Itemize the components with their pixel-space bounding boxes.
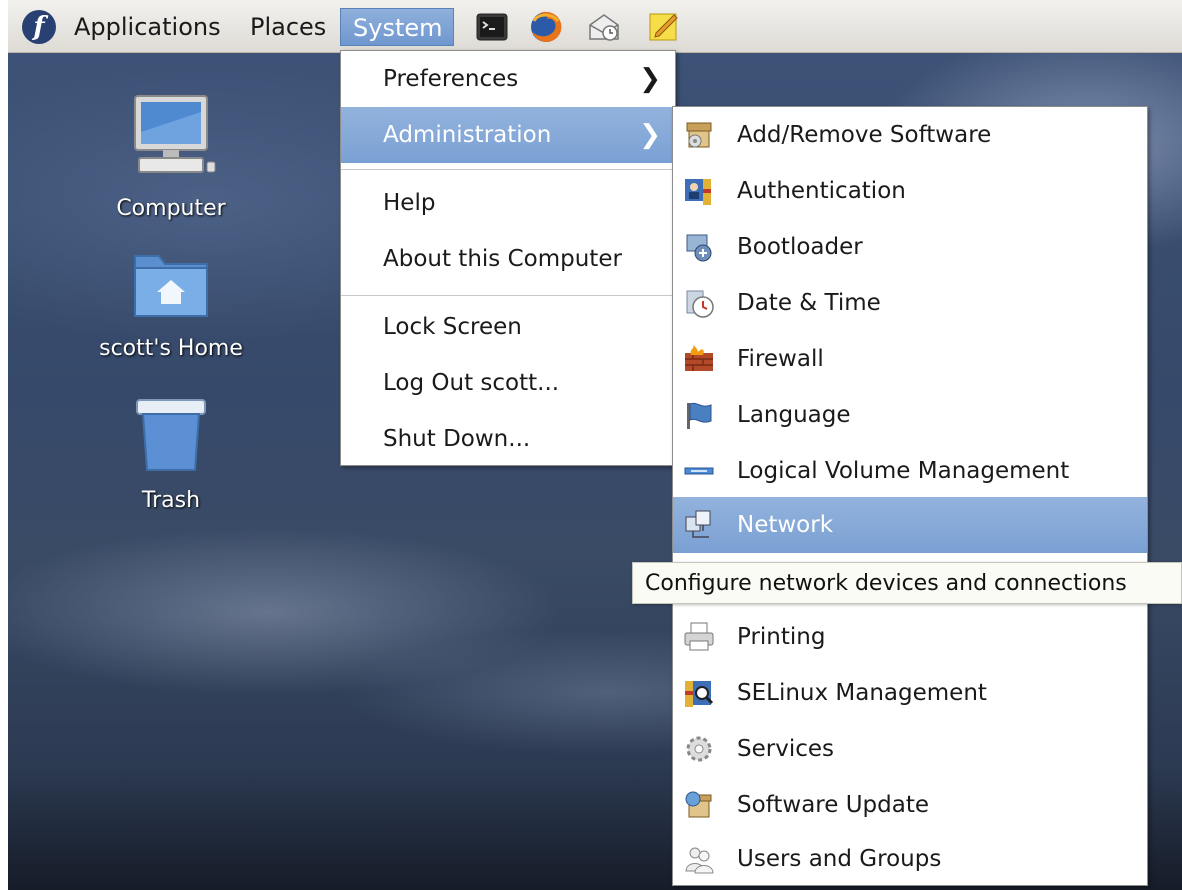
menu-item-label: Lock Screen [383,314,522,340]
menu-item-label: Help [383,190,436,216]
system-menu[interactable]: System [340,8,454,46]
submenu-arrow-icon: ❯ [639,120,661,150]
admin-item-label: SELinux Management [737,680,987,706]
network-icon [685,510,711,538]
admin-item-printing[interactable]: Printing [673,609,1147,665]
menu-item-log-out[interactable]: Log Out scott... [341,355,675,411]
menu-item-shut-down[interactable]: Shut Down... [341,411,675,467]
network-tooltip: Configure network devices and connection… [632,562,1182,604]
notes-icon[interactable] [646,9,682,45]
admin-item-date-time[interactable]: Date & Time [673,275,1147,331]
administration-submenu: Add/Remove Software Authentication Bootl… [672,106,1148,886]
update-icon [685,791,712,818]
fedora-logo-icon[interactable]: f [22,10,56,44]
authentication-icon [685,179,711,205]
menu-item-label: Log Out scott... [383,370,560,396]
bootloader-icon [686,234,712,262]
desktop-icon-label: Computer [116,196,226,221]
admin-item-label: Bootloader [737,234,863,260]
admin-item-language[interactable]: Language [673,387,1147,443]
volume-icon [684,467,714,475]
admin-item-services[interactable]: Services [673,721,1147,777]
mail-clock-icon[interactable] [586,9,622,45]
desktop-icon-label: scott's Home [99,336,243,361]
admin-item-label: Software Update [737,792,929,818]
admin-item-selinux-management[interactable]: SELinux Management [673,665,1147,721]
admin-item-add-remove-software[interactable]: Add/Remove Software [673,107,1147,163]
top-panel: f Applications Places System [8,0,1182,53]
admin-item-label: Firewall [737,346,824,372]
admin-item-authentication[interactable]: Authentication [673,163,1147,219]
menu-item-lock-screen[interactable]: Lock Screen [341,299,675,355]
flag-icon [687,402,712,429]
applications-menu[interactable]: Applications [74,8,221,46]
menu-item-label: Administration [383,122,552,148]
admin-item-label: Language [737,402,851,428]
system-dropdown-menu: Preferences ❯ Administration ❯ Help Abou… [340,50,676,466]
firewall-icon [685,345,713,371]
menu-item-label: Preferences [383,66,519,92]
admin-item-bootloader[interactable]: Bootloader [673,219,1147,275]
admin-item-label: Printing [737,624,826,650]
computer-icon [134,95,216,173]
menu-separator [341,169,675,170]
submenu-arrow-icon: ❯ [639,64,661,94]
home-folder-icon [134,255,208,317]
desktop-icon-trash[interactable]: Trash [76,396,266,513]
terminal-icon[interactable] [474,9,510,45]
desktop-icon-label: Trash [141,488,201,513]
menu-item-about[interactable]: About this Computer [341,231,675,287]
menu-item-label: Shut Down... [383,426,531,452]
admin-item-label: Users and Groups [737,846,942,872]
users-icon [685,847,714,874]
clock-icon [686,290,714,318]
admin-item-label: Services [737,736,834,762]
admin-item-software-update[interactable]: Software Update [673,777,1147,833]
selinux-icon [685,681,714,707]
menu-separator [341,295,675,296]
menu-item-label: About this Computer [383,246,622,272]
admin-item-label: Network [737,512,834,538]
desktop-icon-computer[interactable]: Computer [76,92,266,221]
trash-icon [136,399,206,471]
firefox-icon[interactable] [528,9,564,45]
admin-item-label: Logical Volume Management [737,458,1070,484]
desktop-icon-home[interactable]: scott's Home [76,246,266,361]
places-menu[interactable]: Places [250,8,326,46]
admin-item-label: Authentication [737,178,906,204]
menu-item-administration[interactable]: Administration ❯ [341,107,675,163]
menu-item-preferences[interactable]: Preferences ❯ [341,51,675,107]
admin-item-label: Add/Remove Software [737,122,992,148]
admin-item-firewall[interactable]: Firewall [673,331,1147,387]
admin-item-label: Date & Time [737,290,881,316]
gear-icon [686,736,712,762]
menu-item-help[interactable]: Help [341,175,675,231]
admin-item-users-groups[interactable]: Users and Groups [673,831,1147,887]
admin-item-logical-volume-management[interactable]: Logical Volume Management [673,443,1147,499]
printer-icon [684,622,714,651]
package-icon [686,122,712,148]
admin-item-network[interactable]: Network [673,497,1147,553]
